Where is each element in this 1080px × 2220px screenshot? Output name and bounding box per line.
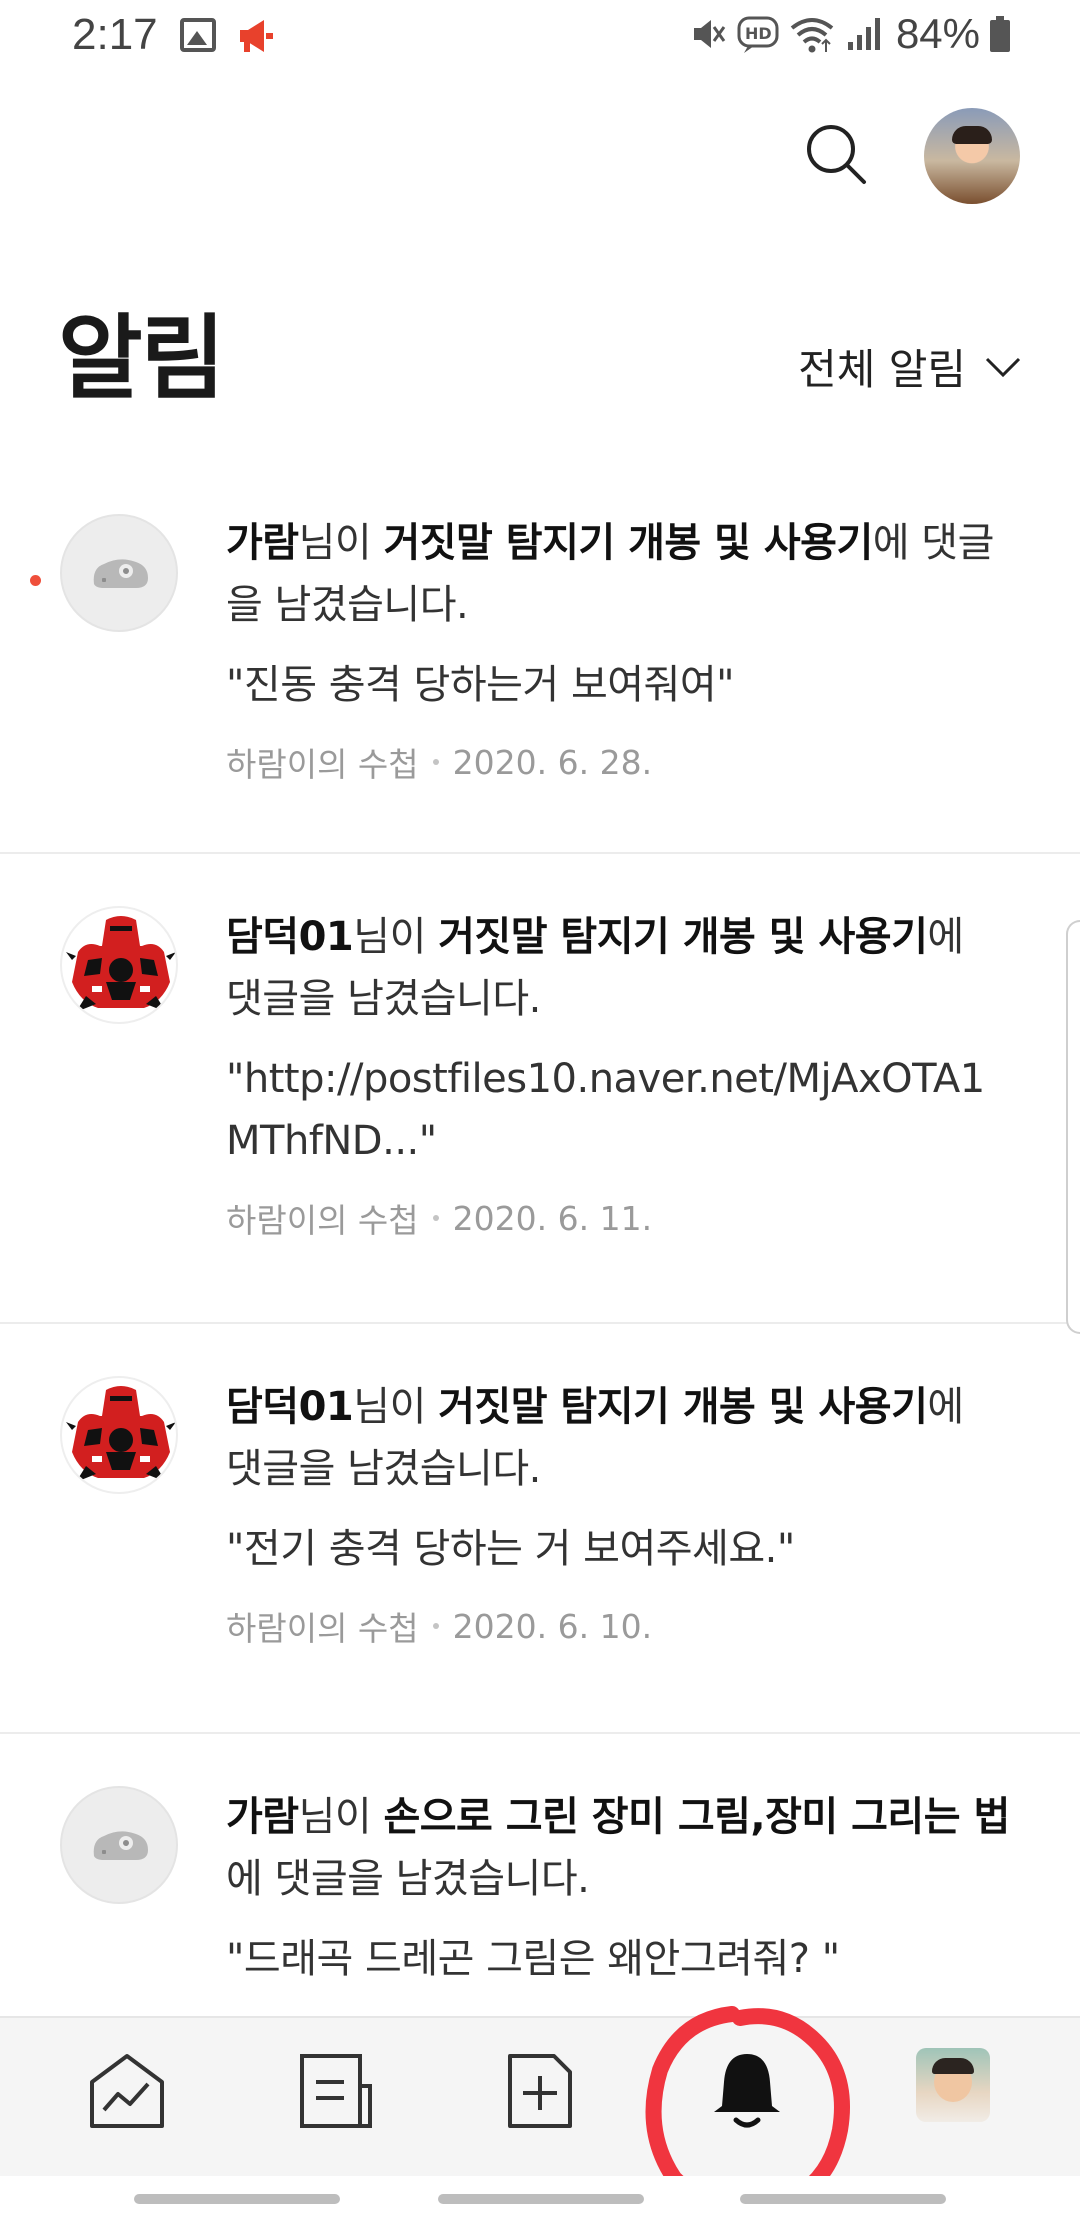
notification-body: 가람님이 손으로 그린 장미 그림,장미 그리는 법에 댓글을 남겼습니다. "…: [226, 1786, 1010, 1990]
red-warrior-avatar-icon: [66, 1386, 176, 1482]
profile-avatar[interactable]: [924, 108, 1020, 204]
status-bar: 2:17 HD 84%: [0, 0, 1080, 72]
gesture-pill: [438, 2194, 644, 2204]
bottom-navigation: [0, 2016, 1080, 2176]
red-warrior-avatar[interactable]: [60, 906, 178, 1024]
blog-name: 하람이의 수첩: [226, 1201, 419, 1240]
notification-date: 2020. 6. 11.: [452, 1198, 653, 1238]
mute-icon: [693, 20, 726, 48]
red-warrior-avatar-icon: [66, 916, 176, 1012]
post-title: 거짓말 탐지기 개봉 및 사용기: [383, 520, 873, 566]
status-time: 2:17: [72, 10, 158, 59]
meta-separator: [432, 1623, 439, 1629]
stats-icon: [90, 2054, 164, 2128]
signal-icon: [847, 18, 880, 50]
scroll-indicator[interactable]: [1066, 920, 1080, 1334]
posts-tab[interactable]: [290, 2046, 380, 2136]
posts-icon: [300, 2054, 372, 2128]
headline-text: 님이: [353, 1384, 439, 1430]
notification-body: 담덕01님이 거짓말 탐지기 개봉 및 사용기에 댓글을 남겼습니다. "전기 …: [226, 1376, 1010, 1650]
blog-name: 하람이의 수첩: [226, 1609, 419, 1648]
battery-percentage: 84%: [895, 10, 980, 57]
post-title: 손으로 그린 장미 그림,장미 그리는 법: [383, 1794, 1010, 1840]
meta-separator: [432, 759, 439, 765]
status-icons: HD 84%: [688, 10, 1012, 58]
notification-item[interactable]: 가람님이 거짓말 탐지기 개봉 및 사용기에 댓글을 남겼습니다. "진동 충격…: [0, 462, 1080, 854]
notification-headline: 가람님이 손으로 그린 장미 그림,장미 그리는 법에 댓글을 남겼습니다.: [226, 1786, 1010, 1910]
notification-meta: 하람이의 수첩 2020. 6. 11.: [226, 1194, 1010, 1242]
notification-item[interactable]: 담덕01님이 거짓말 탐지기 개봉 및 사용기에 댓글을 남겼습니다. "전기 …: [0, 1324, 1080, 1734]
notification-item[interactable]: 담덕01님이 거짓말 탐지기 개봉 및 사용기에 댓글을 남겼습니다. "htt…: [0, 854, 1080, 1324]
unread-indicator: [30, 575, 41, 586]
default-avatar-icon: [93, 1831, 148, 1860]
wifi-icon: [790, 18, 834, 53]
search-icon[interactable]: [802, 120, 870, 188]
filter-label: 전체 알림: [798, 345, 966, 394]
gesture-pill: [740, 2194, 946, 2204]
headline-text: 님이: [298, 1794, 384, 1840]
commenter-name: 담덕01: [226, 914, 354, 960]
comment-preview: "드래곡 드레곤 그림은 왜안그려줘? ": [226, 1936, 840, 1982]
notification-meta: 하람이의 수첩 2020. 6. 28.: [226, 738, 1010, 786]
notification-date: 2020. 6. 10.: [452, 1606, 653, 1646]
red-warrior-avatar[interactable]: [60, 1376, 178, 1494]
notification-list: 가람님이 거짓말 탐지기 개봉 및 사용기에 댓글을 남겼습니다. "진동 충격…: [0, 462, 1080, 2054]
image-icon: [180, 18, 216, 52]
default-avatar[interactable]: [60, 514, 178, 632]
notification-filter-dropdown[interactable]: 전체 알림: [798, 336, 1022, 397]
default-avatar[interactable]: [60, 1786, 178, 1904]
notification-body: 담덕01님이 거짓말 탐지기 개봉 및 사용기에 댓글을 남겼습니다. "htt…: [226, 906, 1010, 1242]
bell-icon: [714, 2054, 780, 2128]
profile-thumbnail[interactable]: [916, 2048, 990, 2122]
notification-meta: 하람이의 수첩 2020. 6. 10.: [226, 1602, 1010, 1650]
notification-headline: 담덕01님이 거짓말 탐지기 개봉 및 사용기에 댓글을 남겼습니다.: [226, 1376, 1010, 1500]
gesture-bar: [0, 2176, 1080, 2220]
meta-separator: [432, 1215, 439, 1221]
comment-preview: "전기 충격 당하는 거 보여주세요.": [226, 1526, 795, 1572]
commenter-name: 담덕01: [226, 1384, 354, 1430]
notification-item[interactable]: 가람님이 손으로 그린 장미 그림,장미 그리는 법에 댓글을 남겼습니다. "…: [0, 1734, 1080, 2054]
headline-text: 님이: [353, 914, 439, 960]
svg-text:HD: HD: [745, 24, 772, 43]
headline-text: 에 댓글을 남겼습니다.: [226, 1856, 590, 1902]
notification-headline: 가람님이 거짓말 탐지기 개봉 및 사용기에 댓글을 남겼습니다.: [226, 512, 1010, 636]
megaphone-icon: [240, 20, 273, 52]
page-title: 알림: [58, 305, 225, 412]
comment-preview: "http://postfiles10.naver.net/MjAxOTA1MT…: [226, 1056, 985, 1164]
notification-date: 2020. 6. 28.: [452, 742, 653, 782]
commenter-name: 가람: [226, 1794, 299, 1840]
write-tab[interactable]: [496, 2046, 586, 2136]
stats-tab[interactable]: [82, 2046, 172, 2136]
gesture-pill: [134, 2194, 340, 2204]
headline-text: 님이: [298, 520, 384, 566]
default-avatar-icon: [93, 559, 148, 588]
write-icon: [508, 2054, 572, 2128]
hd-icon: HD: [737, 16, 779, 53]
battery-icon: [990, 16, 1010, 52]
commenter-name: 가람: [226, 520, 299, 566]
blog-name: 하람이의 수첩: [226, 745, 419, 784]
chevron-down-icon: [985, 357, 1021, 377]
post-title: 거짓말 탐지기 개봉 및 사용기: [438, 1384, 928, 1430]
notifications-tab[interactable]: [702, 2046, 792, 2136]
notification-body: 가람님이 거짓말 탐지기 개봉 및 사용기에 댓글을 남겼습니다. "진동 충격…: [226, 512, 1010, 786]
post-title: 거짓말 탐지기 개봉 및 사용기: [438, 914, 928, 960]
comment-preview: "진동 충격 당하는거 보여줘여": [226, 662, 735, 708]
notification-headline: 담덕01님이 거짓말 탐지기 개봉 및 사용기에 댓글을 남겼습니다.: [226, 906, 1010, 1030]
